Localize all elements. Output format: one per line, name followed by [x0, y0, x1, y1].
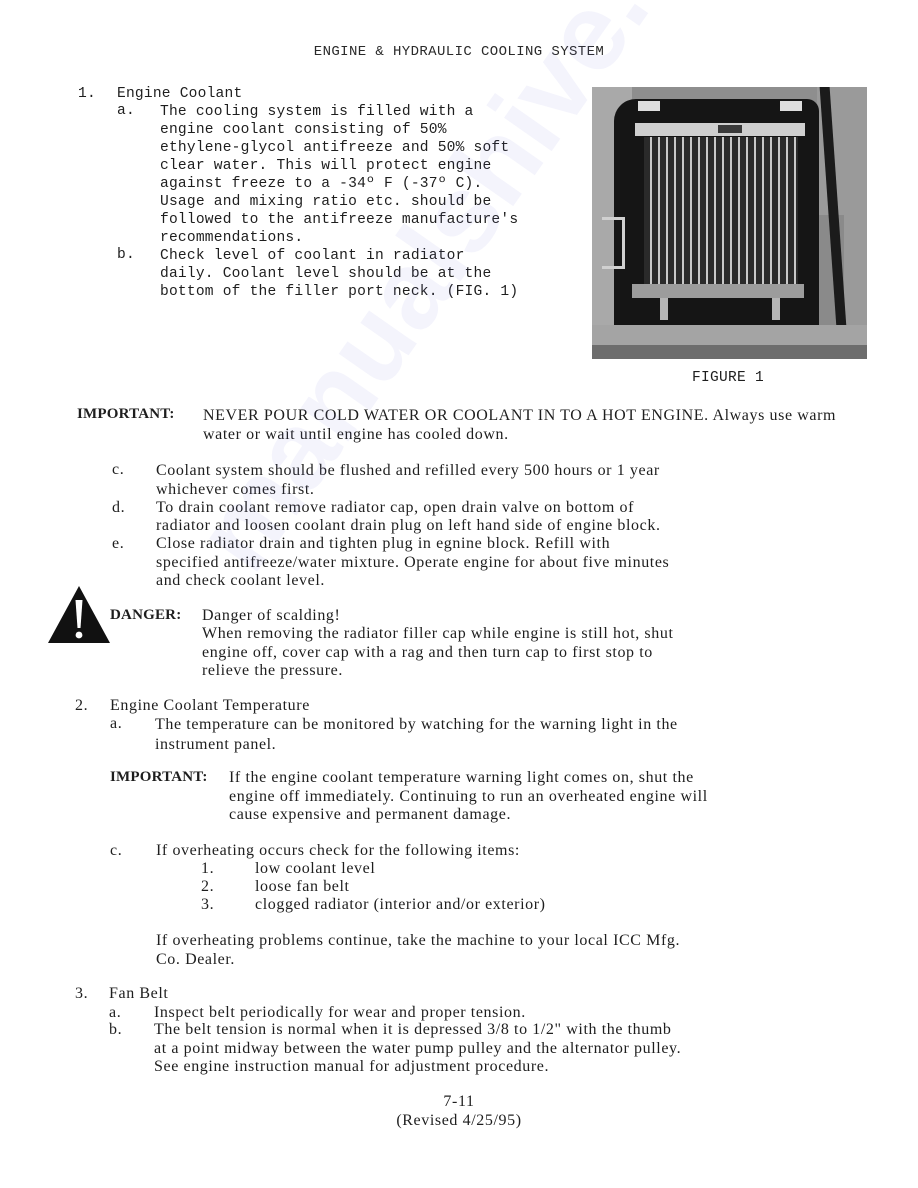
item-3a-label: a.: [109, 1004, 122, 1021]
text-line: The belt tension is normal when it is de…: [154, 1021, 672, 1038]
section-3-number: 3.: [75, 985, 89, 1002]
text-line: cause expensive and permanent damage.: [229, 806, 512, 823]
text-line: daily. Coolant level should be at the: [160, 266, 492, 282]
important-label: IMPORTANT:: [77, 406, 175, 422]
subitem-label: 3.: [201, 896, 215, 913]
item-2c-label: c.: [110, 842, 123, 859]
important-text-2: If the engine coolant temperature warnin…: [229, 769, 708, 825]
item-1e-text: Close radiator drain and tighten plug in…: [156, 535, 669, 591]
dealer-note: If overheating problems continue, take t…: [156, 932, 680, 969]
item-1a-label: a.: [117, 103, 135, 119]
text-line: whichever comes first.: [156, 481, 315, 498]
item-1c-text: Coolant system should be flushed and ref…: [156, 461, 660, 499]
text-line: against freeze to a -34º F (-37º C).: [160, 176, 483, 192]
important-label-2: IMPORTANT:: [110, 769, 208, 785]
subitem-text: clogged radiator (interior and/or exteri…: [255, 896, 546, 913]
text-line: Check level of coolant in radiator: [160, 248, 465, 264]
danger-text: Danger of scalding! When removing the ra…: [202, 607, 674, 680]
text-line: relieve the pressure.: [202, 661, 343, 679]
text-line: To drain coolant remove radiator cap, op…: [156, 499, 635, 516]
text-line: and check coolant level.: [156, 572, 325, 589]
item-2c-text: If overheating occurs check for the foll…: [156, 842, 520, 859]
text-line: When removing the radiator filler cap wh…: [202, 625, 674, 643]
text-line: specified antifreeze/water mixture. Oper…: [156, 553, 670, 571]
item-1a-text: The cooling system is filled with a engi…: [160, 103, 518, 247]
text-line: clear water. This will protect engine: [160, 158, 492, 174]
subitem-text: loose fan belt: [255, 878, 350, 895]
item-3b-label: b.: [109, 1021, 123, 1038]
text-line: engine off immediately. Continuing to ru…: [229, 787, 708, 805]
text-line: The cooling system is filled with a: [160, 104, 474, 120]
text-line: If overheating problems continue, take t…: [156, 932, 681, 949]
text-line: The temperature can be monitored by watc…: [155, 716, 678, 733]
radiator-photo: [592, 87, 867, 359]
section-1-number: 1.: [78, 86, 96, 102]
page-header-title: ENGINE & HYDRAULIC COOLING SYSTEM: [313, 44, 605, 60]
item-3a-text: Inspect belt periodically for wear and p…: [154, 1004, 526, 1021]
item-3b-text: The belt tension is normal when it is de…: [154, 1021, 681, 1077]
item-2a-text: The temperature can be monitored by watc…: [155, 715, 678, 754]
text-line: at a point midway between the water pump…: [154, 1039, 682, 1057]
text-line: If the engine coolant temperature warnin…: [229, 769, 694, 786]
text-line: See engine instruction manual for adjust…: [154, 1058, 550, 1075]
section-2-number: 2.: [75, 697, 89, 714]
text-line: Close radiator drain and tighten plug in…: [156, 535, 611, 552]
subitem-label: 1.: [201, 860, 215, 877]
text-line: radiator and loosen coolant drain plug o…: [156, 517, 661, 534]
text-line: bottom of the filler port neck. (FIG. 1): [160, 284, 519, 300]
page-number: 7-11: [443, 1093, 475, 1110]
section-1-title: Engine Coolant: [117, 86, 243, 102]
item-1e-label: e.: [112, 535, 125, 552]
item-1d-label: d.: [112, 499, 126, 516]
text-line: Coolant system should be flushed and ref…: [156, 462, 660, 479]
figure-caption: FIGURE 1: [692, 370, 765, 386]
section-2-title: Engine Coolant Temperature: [110, 697, 310, 714]
text-line: recommendations.: [160, 230, 304, 246]
danger-label: DANGER:: [110, 607, 182, 623]
text-line: NEVER POUR COLD WATER OR COOLANT IN TO A…: [203, 407, 837, 424]
revision-date: (Revised 4/25/95): [396, 1112, 522, 1129]
subitem-label: 2.: [201, 878, 215, 895]
text-line: water or wait until engine has cooled do…: [203, 426, 509, 443]
text-line: Danger of scalding!: [202, 607, 341, 624]
important-text: NEVER POUR COLD WATER OR COOLANT IN TO A…: [203, 406, 836, 444]
warning-triangle-icon: [48, 586, 110, 643]
item-1d-text: To drain coolant remove radiator cap, op…: [156, 499, 661, 535]
item-1c-label: c.: [112, 461, 125, 478]
text-line: instrument panel.: [155, 735, 277, 753]
text-line: engine off, cover cap with a rag and the…: [202, 643, 653, 661]
subitem-text: low coolant level: [255, 860, 376, 877]
text-line: followed to the antifreeze manufacture's: [160, 212, 519, 228]
text-line: Usage and mixing ratio etc. should be: [160, 194, 492, 210]
section-3-title: Fan Belt: [109, 985, 169, 1002]
text-line: engine coolant consisting of 50%: [160, 122, 447, 138]
item-2a-label: a.: [110, 715, 123, 732]
text-line: Co. Dealer.: [156, 950, 236, 968]
text-line: ethylene-glycol antifreeze and 50% soft: [160, 140, 510, 156]
item-1b-text: Check level of coolant in radiator daily…: [160, 247, 518, 301]
item-1b-label: b.: [117, 247, 135, 263]
